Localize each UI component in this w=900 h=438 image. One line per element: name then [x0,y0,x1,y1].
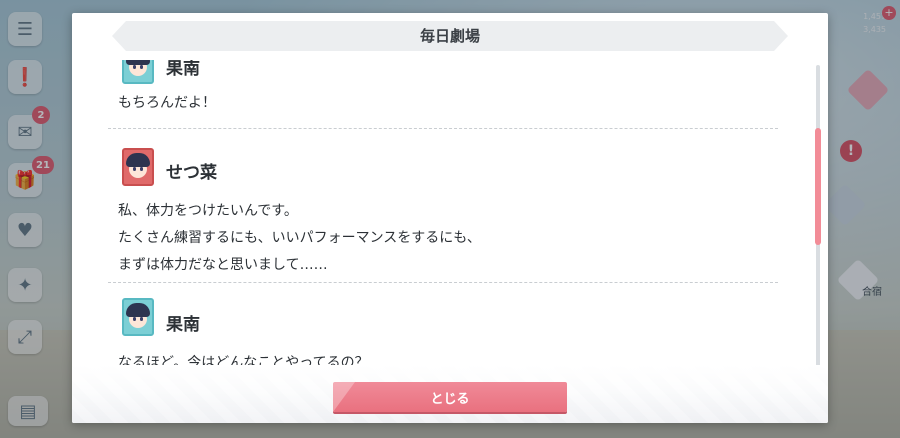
scrollbar-thumb[interactable] [815,128,821,245]
dialog-header: 毎日劇場 [112,21,788,51]
speaker-name: せつ菜 [166,163,217,183]
dialogue-line: まずは体力だなと思いまして…… [118,257,328,273]
kanan-avatar [122,60,154,84]
kanan-avatar [122,298,154,336]
dialogue-line: たくさん練習するにも、いいパフォーマンスをするにも、 [118,230,481,246]
dialogue-line: もちろんだよ！ [118,95,216,111]
speaker-name: 果南 [166,315,200,335]
conversation-log[interactable]: 果南 もちろんだよ！ せつ菜 私、体力をつけたいんです。 たくさん練習するにも、… [108,60,788,378]
entry-divider [108,128,778,129]
close-button-label: とじる [430,391,470,407]
speaker-name: 果南 [166,60,200,79]
dialogue-line: 私、体力をつけたいんです。 [118,203,298,219]
dialog-title: 毎日劇場 [419,27,480,45]
entry-divider [108,282,778,283]
daily-theater-dialog: 毎日劇場 果南 もちろんだよ！ せつ菜 私、体力をつけたいんです。 たくさん練習… [72,13,828,423]
close-button[interactable]: とじる [333,382,567,412]
button-shine [333,382,355,412]
setsuna-avatar [122,148,154,186]
